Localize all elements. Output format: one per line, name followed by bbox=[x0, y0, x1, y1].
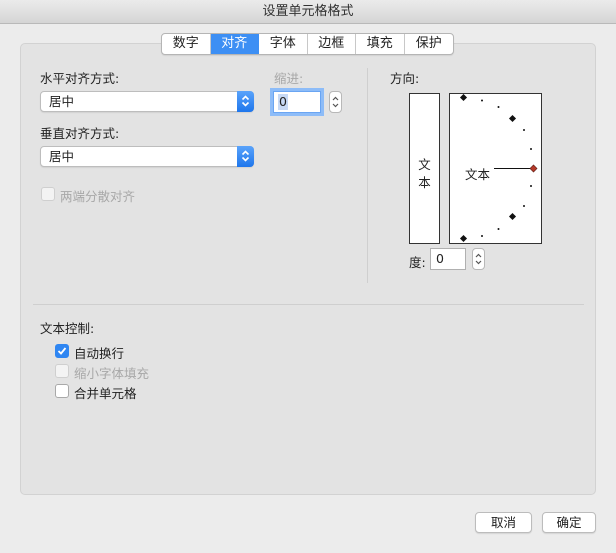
horizontal-alignment-select[interactable]: 居中 bbox=[40, 91, 254, 112]
indent-value: 0 bbox=[278, 94, 288, 110]
merge-cells-checkbox[interactable] bbox=[55, 384, 69, 398]
orientation-dial[interactable]: 文本 bbox=[449, 93, 542, 244]
ok-button[interactable]: 确定 bbox=[542, 512, 596, 533]
indent-stepper[interactable] bbox=[329, 91, 342, 113]
section-divider-vertical bbox=[367, 68, 368, 283]
degree-label: 度: bbox=[409, 255, 426, 270]
tab-number[interactable]: 数字 bbox=[162, 34, 211, 54]
cancel-button[interactable]: 取消 bbox=[475, 512, 532, 533]
vertical-alignment-select[interactable]: 居中 bbox=[40, 146, 254, 167]
tab-bar: 数字 对齐 字体 边框 填充 保护 bbox=[161, 33, 454, 55]
text-control-label: 文本控制: bbox=[40, 321, 95, 336]
tab-protection[interactable]: 保护 bbox=[405, 34, 454, 54]
wrap-text-checkbox[interactable] bbox=[55, 344, 69, 358]
checkmark-icon bbox=[57, 347, 67, 355]
select-arrows-icon bbox=[237, 91, 254, 112]
degree-input[interactable]: 0 bbox=[430, 248, 466, 270]
merge-cells-label: 合并单元格 bbox=[74, 386, 137, 401]
vertical-text-toggle[interactable]: 文 本 bbox=[409, 93, 440, 244]
stepper-arrows-icon bbox=[475, 253, 482, 265]
degree-stepper[interactable] bbox=[472, 248, 485, 270]
distributed-label: 两端分散对齐 bbox=[60, 189, 136, 204]
indent-input[interactable]: 0 bbox=[273, 91, 321, 113]
tab-alignment[interactable]: 对齐 bbox=[210, 34, 259, 54]
orientation-dial-marks-icon bbox=[459, 94, 538, 243]
stepper-arrows-icon bbox=[332, 96, 339, 108]
tab-border[interactable]: 边框 bbox=[308, 34, 356, 54]
section-divider-horizontal bbox=[33, 304, 584, 305]
vertical-alignment-value: 居中 bbox=[49, 149, 75, 164]
tab-font[interactable]: 字体 bbox=[259, 34, 308, 54]
vertical-text-char: 文 bbox=[418, 157, 431, 172]
window-title: 设置单元格格式 bbox=[0, 0, 616, 24]
indent-label: 缩进: bbox=[274, 71, 304, 86]
select-arrows-icon bbox=[237, 146, 254, 167]
orientation-label: 方向: bbox=[390, 71, 420, 86]
shrink-to-fit-label: 缩小字体填充 bbox=[74, 366, 150, 381]
orientation-sample-text: 文本 bbox=[465, 167, 491, 182]
vertical-text-char: 本 bbox=[418, 175, 431, 190]
degree-value: 0 bbox=[436, 251, 444, 266]
horizontal-alignment-value: 居中 bbox=[49, 94, 75, 109]
vertical-alignment-label: 垂直对齐方式: bbox=[40, 126, 120, 141]
horizontal-alignment-label: 水平对齐方式: bbox=[40, 71, 120, 86]
format-cells-dialog: 设置单元格格式 数字 对齐 字体 边框 填充 保护 水平对齐方式: 居中 缩进:… bbox=[0, 0, 616, 553]
shrink-to-fit-checkbox[interactable] bbox=[55, 364, 69, 378]
tab-fill[interactable]: 填充 bbox=[356, 34, 405, 54]
wrap-text-label: 自动换行 bbox=[74, 346, 125, 361]
distributed-checkbox[interactable] bbox=[41, 187, 55, 201]
